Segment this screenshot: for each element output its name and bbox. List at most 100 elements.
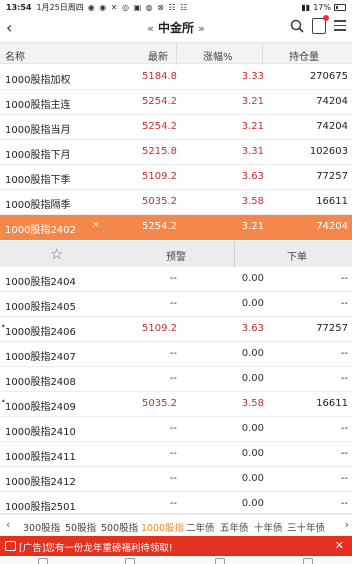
row-open-interest: -- <box>340 273 348 284</box>
row-change-pct: 3.21 <box>241 221 264 232</box>
tabs-scroll-left-icon[interactable]: ‹ <box>6 518 10 531</box>
star-icon[interactable]: ☆ <box>50 245 63 263</box>
row-name: 1000股指2412 <box>5 477 76 488</box>
row-change-pct: 0.00 <box>241 298 264 309</box>
prev-exchange-icon[interactable]: « <box>147 22 154 35</box>
row-price: -- <box>169 423 177 434</box>
row-price: 5254.2 <box>142 221 177 232</box>
row-name: 1000股指隔季 <box>5 200 71 211</box>
quote-row[interactable]: 1000股指隔季 5035.2 3.58 16611 <box>0 190 352 215</box>
alert-button[interactable]: 预警 <box>166 248 186 263</box>
row-name: 1000股指2402 <box>5 225 76 236</box>
row-action-bar: ☆ 预警 下单 <box>0 241 352 267</box>
bottom-nav <box>0 556 352 564</box>
tab-50[interactable]: 50股指 <box>65 520 96 534</box>
row-price: 5109.2 <box>142 323 177 334</box>
ad-banner[interactable]: [广告]您有一份龙年重磅福利待领取! ✕ <box>0 536 352 556</box>
row-name: 1000股指主连 <box>5 100 71 111</box>
contract-row[interactable]: 1000股指2412 -- 0.00 -- <box>0 467 352 492</box>
tab-300[interactable]: 300股指 <box>23 520 60 534</box>
row-price: -- <box>169 348 177 359</box>
col-open-interest[interactable]: 持仓量 <box>289 48 319 63</box>
row-change-pct: 3.63 <box>241 323 264 334</box>
status-bar: 13:54 1月25日周四 ◉ ◉ ✕ ◎ ▣ ◍ ⊗ ☷ ☷ ▮▮ 17% <box>0 0 352 15</box>
row-name: 1000股指下季 <box>5 175 71 186</box>
row-price: -- <box>169 273 177 284</box>
home-icon[interactable] <box>38 558 48 564</box>
contract-row[interactable]: 1000股指2501 -- 0.00 -- <box>0 492 352 514</box>
row-change-pct: 3.21 <box>241 96 264 107</box>
row-price: -- <box>169 448 177 459</box>
row-change-pct: 0.00 <box>241 448 264 459</box>
quote-row[interactable]: 1000股指加权 5184.8 3.33 270675 <box>0 65 352 90</box>
tab-2y-bond[interactable]: 二年债 <box>186 520 215 534</box>
row-name: 1000股指2406 <box>5 327 76 338</box>
next-exchange-icon[interactable]: » <box>198 22 205 35</box>
trade-icon[interactable] <box>215 558 225 564</box>
contract-row[interactable]: • 1000股指2409 5035.2 3.58 16611 <box>0 392 352 417</box>
row-open-interest: 16611 <box>316 398 348 409</box>
row-open-interest: 16611 <box>316 196 348 207</box>
battery-percent: 17% <box>313 3 331 12</box>
row-change-pct: 0.00 <box>241 373 264 384</box>
row-open-interest: -- <box>340 348 348 359</box>
contract-row[interactable]: 1000股指2411 -- 0.00 -- <box>0 442 352 467</box>
row-open-interest: -- <box>340 473 348 484</box>
tab-1000[interactable]: 1000股指 <box>141 520 184 534</box>
quotes-icon[interactable] <box>125 558 135 564</box>
order-button[interactable]: 下单 <box>287 248 307 263</box>
row-name: 1000股指2405 <box>5 302 76 313</box>
row-open-interest: 270675 <box>309 71 348 82</box>
row-change-pct: 3.31 <box>241 146 264 157</box>
contract-row[interactable]: 1000股指2407 -- 0.00 -- <box>0 342 352 367</box>
row-open-interest: -- <box>340 373 348 384</box>
row-price: -- <box>169 298 177 309</box>
profile-icon[interactable] <box>303 558 313 564</box>
row-price: 5035.2 <box>142 196 177 207</box>
col-name[interactable]: 名称 <box>5 48 25 63</box>
page-title: 中金所 <box>157 21 194 35</box>
top-nav-bar: ‹ «中金所» <box>0 15 352 41</box>
contract-row[interactable]: 1000股指2410 -- 0.00 -- <box>0 417 352 442</box>
close-icon[interactable]: ✕ <box>335 539 344 552</box>
selected-quote-row[interactable]: 1000股指2402 × 5254.2 3.21 74204 <box>0 215 352 240</box>
ad-text[interactable]: [广告]您有一份龙年重磅福利待领取! <box>19 540 173 554</box>
contract-row[interactable]: 1000股指2405 -- 0.00 -- <box>0 292 352 317</box>
row-open-interest: -- <box>340 298 348 309</box>
row-change-pct: 3.21 <box>241 121 264 132</box>
row-change-pct: 0.00 <box>241 473 264 484</box>
row-open-interest: 102603 <box>309 146 348 157</box>
row-name: 1000股指2411 <box>5 452 76 463</box>
quote-row[interactable]: 1000股指主连 5254.2 3.21 74204 <box>0 90 352 115</box>
contract-row[interactable]: • 1000股指2406 5109.2 3.63 77257 <box>0 317 352 342</box>
contract-row[interactable]: 1000股指2408 -- 0.00 -- <box>0 367 352 392</box>
row-change-pct: 3.33 <box>241 71 264 82</box>
menu-icon[interactable] <box>334 20 346 31</box>
row-open-interest: -- <box>340 498 348 509</box>
tabs-scroll-right-icon[interactable]: › <box>345 518 349 531</box>
row-price: -- <box>169 473 177 484</box>
col-price[interactable]: 最新 <box>148 48 168 63</box>
row-change-pct: 3.58 <box>241 398 264 409</box>
row-open-interest: -- <box>340 423 348 434</box>
row-name: 1000股指加权 <box>5 75 71 86</box>
close-icon[interactable]: × <box>92 220 100 230</box>
quote-row[interactable]: 1000股指下月 5215.8 3.31 102603 <box>0 140 352 165</box>
tab-30y-bond[interactable]: 三十年债 <box>287 520 325 534</box>
tab-500[interactable]: 500股指 <box>101 520 138 534</box>
col-change-pct[interactable]: 涨幅% <box>203 48 233 63</box>
row-price: -- <box>169 373 177 384</box>
contract-row[interactable]: 1000股指2404 -- 0.00 -- <box>0 267 352 292</box>
status-right: ▮▮ 17% <box>301 3 346 12</box>
row-open-interest: 74204 <box>316 121 348 132</box>
notification-doc-icon[interactable] <box>312 15 329 34</box>
row-price: 5254.2 <box>142 121 177 132</box>
tab-5y-bond[interactable]: 五年债 <box>220 520 249 534</box>
quote-row[interactable]: 1000股指当月 5254.2 3.21 74204 <box>0 115 352 140</box>
row-name: 1000股指2409 <box>5 402 76 413</box>
search-icon[interactable] <box>290 19 304 33</box>
tab-10y-bond[interactable]: 十年债 <box>254 520 283 534</box>
quote-row[interactable]: 1000股指下季 5109.2 3.63 77257 <box>0 165 352 190</box>
row-price: 5254.2 <box>142 96 177 107</box>
row-price: 5035.2 <box>142 398 177 409</box>
